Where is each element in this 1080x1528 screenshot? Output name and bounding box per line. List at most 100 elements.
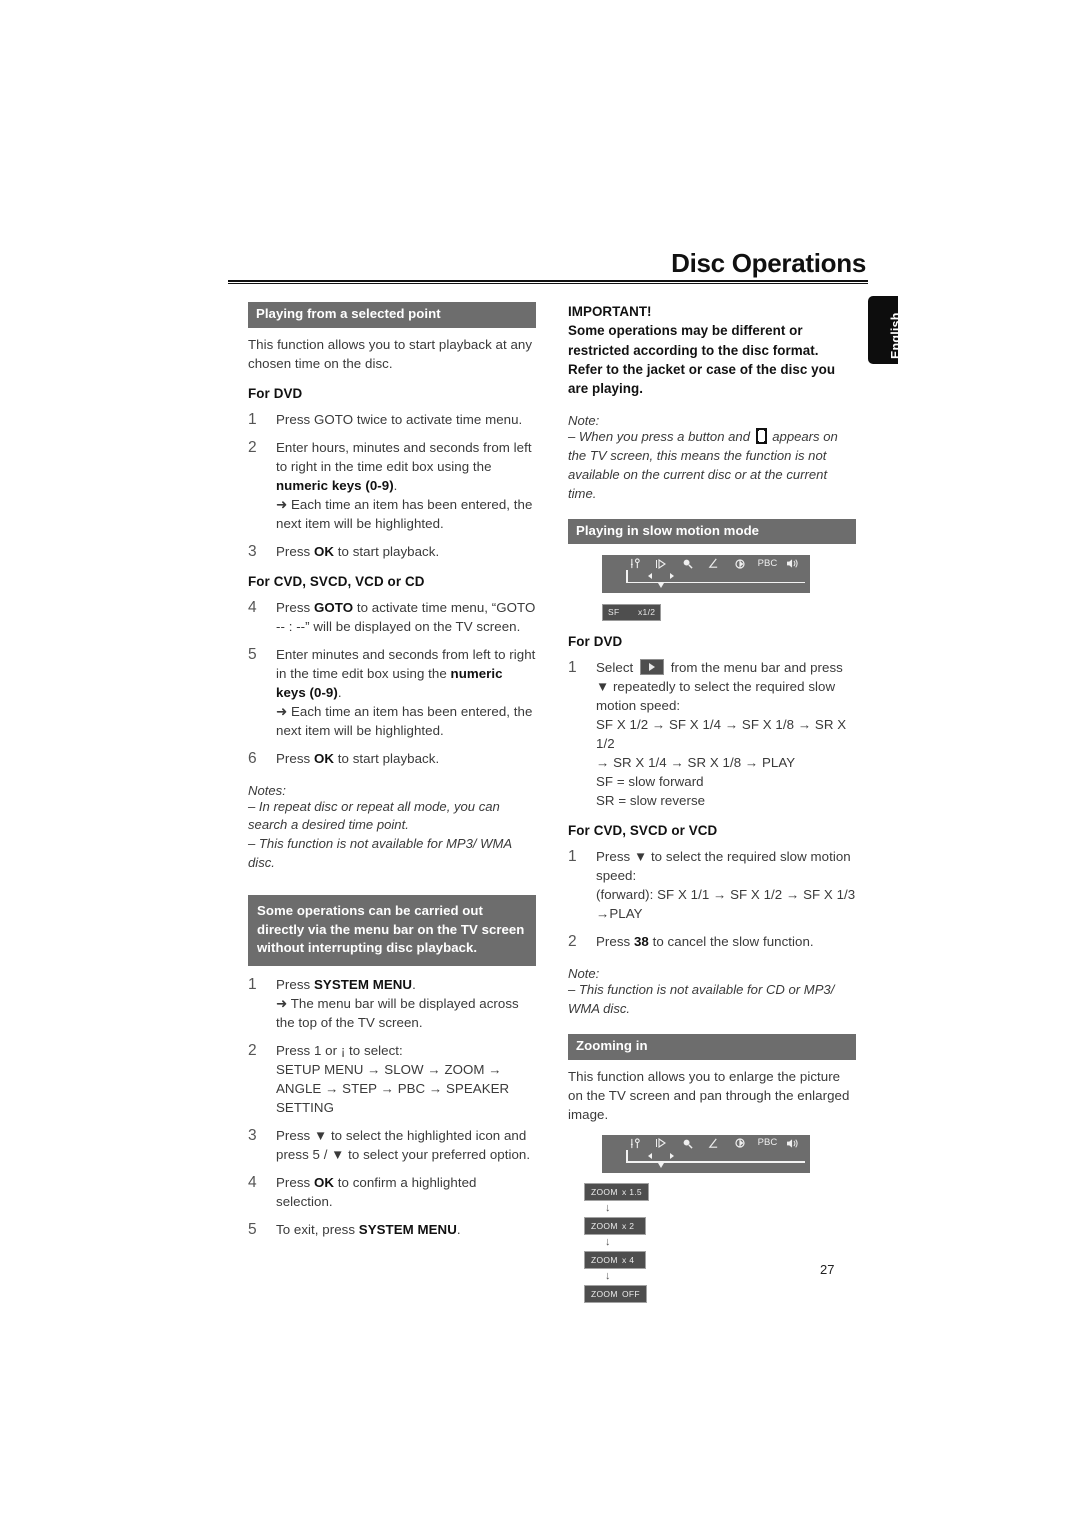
down-arrow-icon: ↓ bbox=[605, 1269, 611, 1282]
zoom-chip: ZOOM x 4 bbox=[584, 1251, 646, 1269]
step-text: Select bbox=[596, 660, 638, 676]
note-heading: Note: bbox=[568, 966, 600, 982]
step-number: 3 bbox=[248, 1127, 257, 1145]
subhead-for-dvd: For DVD bbox=[248, 385, 303, 401]
step-item: 1 Press SYSTEM MENU. ➜ The menu bar will… bbox=[248, 975, 536, 1032]
language-tab-label: English bbox=[889, 312, 903, 359]
step-number: 2 bbox=[248, 1042, 257, 1060]
step-text: Enter hours, minutes and seconds from le… bbox=[276, 439, 532, 474]
step-item: 3 Press ▼ to select the highlighted icon… bbox=[248, 1126, 536, 1164]
step-arrow-text: Each time an item has been entered, the … bbox=[276, 496, 533, 531]
step-item: 1 Select from the menu bar and press ▼ r… bbox=[568, 658, 856, 810]
step-number: 1 bbox=[248, 410, 257, 428]
right-column: IMPORTANT! Some operations may be differ… bbox=[568, 302, 856, 1303]
step-number: 3 bbox=[248, 542, 257, 560]
subhead-slow-for-dvd: For DVD bbox=[568, 634, 623, 650]
step-item: 4 Press GOTO to activate time menu, “GOT… bbox=[248, 598, 536, 636]
subhead-for-cvd-svcd-vcd-cd: For CVD, SVCD, VCD or CD bbox=[248, 573, 425, 589]
step-item: 5 Enter minutes and seconds from left to… bbox=[248, 645, 536, 740]
note-body-a: – When you press a button and bbox=[568, 429, 754, 445]
note-item: – This function is not available for MP3… bbox=[248, 836, 512, 871]
step-arrow-text: The menu bar will be displayed across th… bbox=[276, 996, 519, 1031]
step-text: Press bbox=[276, 599, 314, 615]
step-text: Press GOTO twice to activate time menu. bbox=[276, 411, 523, 427]
tv-menubar-underline bbox=[626, 581, 805, 584]
slow-speed-flow-line2: → SR X 1/4 → SR X 1/8 → PLAY bbox=[596, 755, 796, 771]
right-arrow-icon: ➜ bbox=[276, 996, 288, 1012]
slow-reverse-legend: SR = slow reverse bbox=[596, 793, 706, 809]
slow-forward-legend: SF = slow forward bbox=[596, 774, 704, 790]
zoom-chip-value: OFF bbox=[622, 1288, 640, 1299]
step-text-bold: OK bbox=[313, 750, 335, 766]
tv-menubar: PBC bbox=[602, 1134, 810, 1173]
step-arrow-note: ➜ Each time an item has been entered, th… bbox=[276, 702, 536, 740]
slow-play-icon bbox=[652, 558, 670, 569]
speaker-icon bbox=[784, 1138, 802, 1149]
notes-heading: Notes: bbox=[248, 782, 286, 798]
step-text: Press bbox=[276, 1175, 314, 1191]
step-text-bold: 38 bbox=[633, 934, 649, 950]
step-text-bold: OK bbox=[313, 543, 335, 559]
note-heading: Note: bbox=[568, 413, 600, 429]
step-text-tail: to start playback. bbox=[334, 750, 440, 766]
step-item: 1 Press GOTO twice to activate time menu… bbox=[248, 410, 536, 429]
tv-marker-down-icon bbox=[658, 1162, 664, 1168]
osd-slow-chip: SF x1/2 bbox=[602, 603, 662, 622]
zoom-chip-value: x 4 bbox=[622, 1254, 635, 1265]
osd-slow-label: SF bbox=[608, 607, 620, 618]
tools-icon bbox=[626, 1137, 644, 1149]
slow-speed-flow-line1: SF X 1/2 → SF X 1/4 → SF X 1/8 → SR X 1/… bbox=[596, 717, 847, 752]
cvd-slow-flow-line2: →PLAY bbox=[596, 906, 643, 922]
note-body: – When you press a button and appears on… bbox=[568, 428, 856, 503]
tv-menubar-graphic-zoom: PBC bbox=[568, 1134, 856, 1173]
tv-menubar-icons: PBC bbox=[626, 558, 802, 569]
zoom-chip-label: ZOOM bbox=[591, 1254, 618, 1265]
left-column: Playing from a selected point This funct… bbox=[248, 302, 536, 1239]
tv-marker-right-icon bbox=[670, 1152, 674, 1159]
zoom-level-flow: ZOOM x 1.5 ↓ ZOOM x 2 ↓ ZOOM x 4 ↓ ZOOM OFF bbox=[584, 1182, 856, 1303]
step-text-tail: . bbox=[412, 977, 416, 993]
tv-marker-right-icon bbox=[670, 573, 674, 580]
step-number: 1 bbox=[568, 659, 577, 677]
step-text: Press bbox=[276, 750, 314, 766]
step-text-bold: GOTO bbox=[313, 599, 354, 615]
step-number: 6 bbox=[248, 749, 257, 767]
step-item: 4 Press OK to confirm a highlighted sele… bbox=[248, 1173, 536, 1211]
step-text: Press ▼ to select the highlighted icon a… bbox=[276, 1128, 531, 1163]
step-text: Press ▼ to select the required slow moti… bbox=[596, 849, 851, 884]
step-text-tail: . bbox=[337, 684, 342, 700]
zoom-magnifier-icon bbox=[679, 558, 697, 569]
header-rule-thick bbox=[228, 280, 868, 283]
angle-icon bbox=[705, 558, 723, 569]
down-arrow-icon: ↓ bbox=[605, 1201, 611, 1214]
step-item: 6 Press OK to start playback. bbox=[248, 749, 536, 768]
tv-menubar: PBC bbox=[602, 555, 810, 594]
document-page: Disc Operations English Playing from a s… bbox=[0, 0, 1080, 1528]
intro-text-selected-point: This function allows you to start playba… bbox=[248, 336, 533, 371]
intro-text-zooming-in: This function allows you to enlarge the … bbox=[568, 1068, 850, 1122]
osd-slow-value: x1/2 bbox=[638, 607, 656, 618]
down-arrow-icon: ↓ bbox=[605, 1235, 611, 1248]
zoom-chip: ZOOM x 2 bbox=[584, 1217, 646, 1235]
tv-menubar-icons: PBC bbox=[626, 1137, 802, 1149]
important-body: Some operations may be different or rest… bbox=[568, 323, 836, 397]
important-heading: IMPORTANT! bbox=[568, 304, 652, 319]
step-item: 2 Press 1 or ¡ to select: SETUP MENU → S… bbox=[248, 1041, 536, 1117]
page-number: 27 bbox=[820, 1262, 835, 1277]
step-number: 2 bbox=[568, 933, 577, 951]
step-flow-text: SETUP MENU → SLOW → ZOOM → ANGLE → STEP … bbox=[276, 1062, 510, 1116]
step-number: 2 bbox=[248, 438, 257, 456]
language-tab: English bbox=[868, 296, 903, 364]
step-text: Press bbox=[276, 543, 314, 559]
step-item: 1 Press ▼ to select the required slow mo… bbox=[568, 847, 856, 923]
tv-menubar-vtick bbox=[626, 1149, 628, 1163]
section-header-menu-bar-operations: Some operations can be carried out direc… bbox=[248, 894, 536, 967]
step-text: Press 1 or ¡ to select: bbox=[276, 1043, 403, 1059]
step-text-bold: SYSTEM MENU bbox=[313, 977, 413, 993]
tv-menubar-vtick bbox=[626, 570, 628, 584]
subhead-slow-for-cvd-svcd-vcd: For CVD, SVCD or VCD bbox=[568, 823, 718, 839]
slow-play-icon bbox=[652, 1138, 670, 1149]
page-header: Disc Operations bbox=[228, 249, 868, 285]
zoom-chip-label: ZOOM bbox=[591, 1288, 618, 1299]
step-number: 1 bbox=[248, 976, 257, 994]
